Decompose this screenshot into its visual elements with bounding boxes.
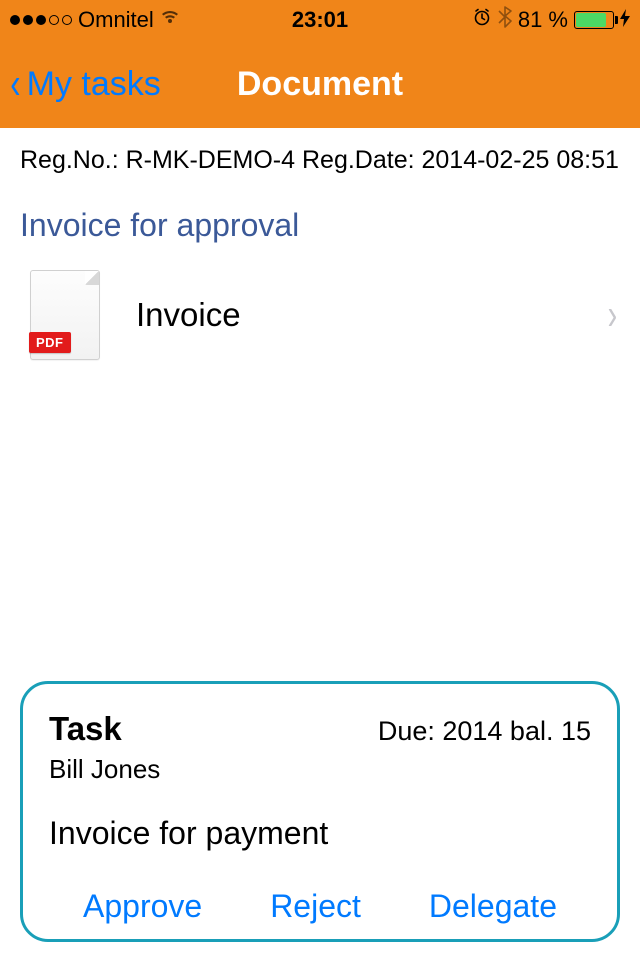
- pdf-file-icon: PDF: [30, 270, 100, 360]
- nav-bar: ‹ My tasks Document: [0, 40, 640, 128]
- back-label: My tasks: [27, 65, 161, 104]
- bluetooth-icon: [498, 6, 512, 34]
- clock: 23:01: [292, 7, 348, 33]
- wifi-icon: [160, 9, 180, 30]
- section-title: Invoice for approval: [0, 193, 640, 270]
- status-left: Omnitel: [10, 7, 292, 33]
- task-heading: Task: [49, 710, 122, 748]
- file-name: Invoice: [136, 296, 569, 334]
- signal-strength-icon: [10, 15, 72, 25]
- pdf-badge: PDF: [29, 332, 71, 353]
- task-card: Task Due: 2014 bal. 15 Bill Jones Invoic…: [20, 681, 620, 942]
- content: Reg.No.: R-MK-DEMO-4 Reg.Date: 2014-02-2…: [0, 128, 640, 360]
- alarm-icon: [472, 7, 492, 33]
- carrier-label: Omnitel: [78, 7, 154, 33]
- file-row[interactable]: PDF Invoice ›: [0, 270, 640, 360]
- charging-icon: [620, 9, 630, 32]
- back-button[interactable]: ‹ My tasks: [0, 62, 161, 106]
- task-description: Invoice for payment: [49, 815, 591, 852]
- status-right: 81 %: [348, 6, 630, 34]
- approve-button[interactable]: Approve: [83, 888, 202, 925]
- task-assignee: Bill Jones: [49, 754, 591, 785]
- chevron-right-icon: ›: [608, 290, 618, 340]
- delegate-button[interactable]: Delegate: [429, 888, 557, 925]
- battery-icon: [574, 11, 614, 29]
- reject-button[interactable]: Reject: [270, 888, 361, 925]
- battery-percent: 81 %: [518, 7, 568, 33]
- task-due: Due: 2014 bal. 15: [378, 716, 591, 747]
- task-actions: Approve Reject Delegate: [49, 888, 591, 925]
- chevron-left-icon: ‹: [10, 62, 20, 106]
- status-bar: Omnitel 23:01 81 %: [0, 0, 640, 40]
- page-title: Document: [237, 65, 403, 104]
- registration-info: Reg.No.: R-MK-DEMO-4 Reg.Date: 2014-02-2…: [0, 146, 640, 193]
